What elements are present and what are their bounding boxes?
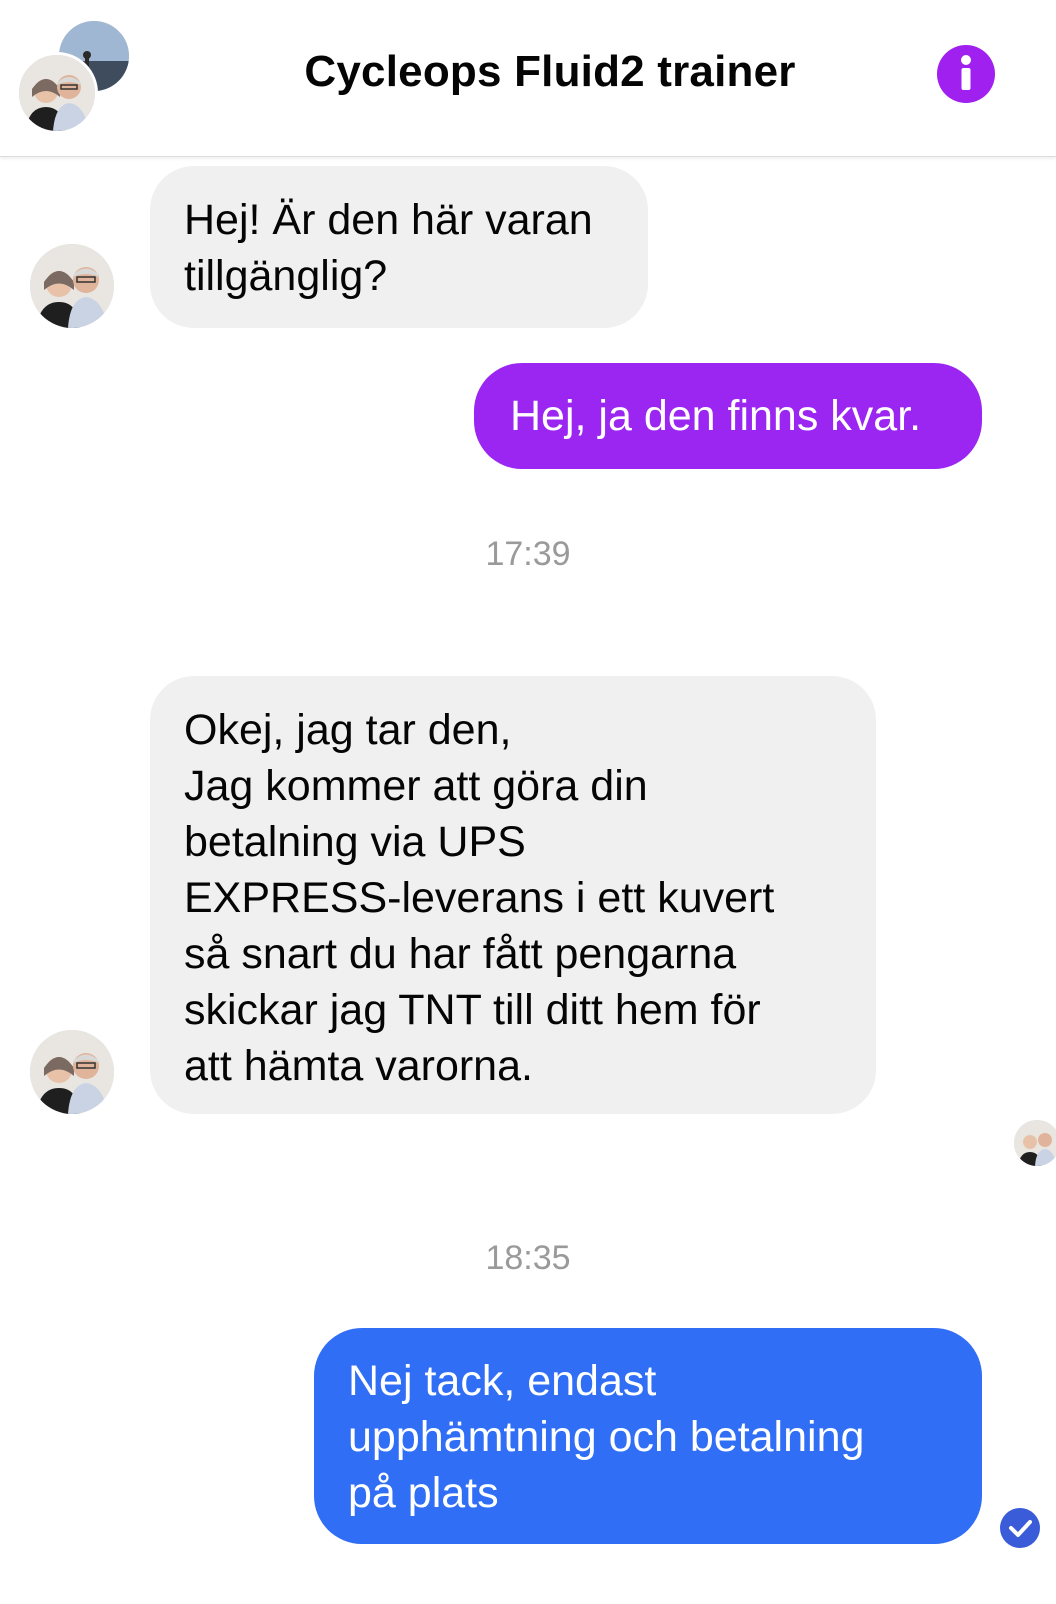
info-icon [961, 55, 971, 90]
sender-avatar[interactable] [30, 1030, 114, 1114]
couple-photo-icon [1014, 1120, 1056, 1166]
couple-photo-icon [19, 55, 95, 131]
check-circle-icon [1009, 1520, 1032, 1537]
message-timestamp: 17:39 [485, 535, 571, 573]
couple-photo-icon [30, 244, 114, 328]
info-button[interactable] [937, 45, 995, 103]
message-timestamp: 18:35 [485, 1239, 571, 1277]
message-bubble-incoming[interactable]: Hej! Är den här varan tillgänglig? [150, 166, 648, 328]
contact-avatar[interactable] [16, 52, 98, 134]
message-seen-check [1000, 1508, 1040, 1548]
read-receipt-avatar [1014, 1120, 1056, 1166]
message-bubble-outgoing[interactable]: Nej tack, endast upphämtning och betalni… [314, 1328, 982, 1544]
couple-photo-icon [30, 1030, 114, 1114]
conversation-header: Cycleops Fluid2 trainer [0, 0, 1056, 157]
conversation-title: Cycleops Fluid2 trainer [304, 47, 796, 96]
message-bubble-incoming[interactable]: Okej, jag tar den, Jag kommer att göra d… [150, 676, 876, 1114]
message-bubble-outgoing[interactable]: Hej, ja den finns kvar. [474, 363, 982, 469]
sender-avatar[interactable] [30, 244, 114, 328]
